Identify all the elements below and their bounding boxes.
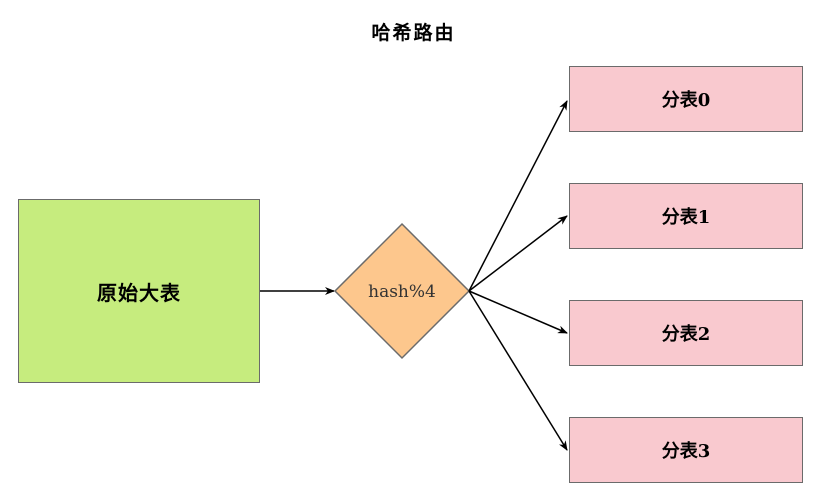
- shard-label-2: 分表2: [661, 324, 711, 345]
- shard-box-0: 分表0: [569, 66, 803, 132]
- diagram-canvas: 哈希路由 原始大表 hash%4 分表0 分表1 分表2 分表3: [0, 0, 827, 495]
- shard-box-2: 分表2: [569, 300, 803, 366]
- shard-box-3: 分表3: [569, 417, 803, 483]
- router-label: hash%4: [368, 282, 436, 302]
- shard-box-1: 分表1: [569, 183, 803, 249]
- arrow-router-to-shard-3: [468, 290, 568, 451]
- arrow-router-to-shard-1: [468, 215, 568, 292]
- arrow-router-to-shard-2: [468, 290, 568, 334]
- diagram-title: 哈希路由: [371, 22, 456, 44]
- arrow-router-to-shard-0: [468, 100, 568, 292]
- source-table-label: 原始大表: [97, 280, 181, 305]
- shard-label-1: 分表1: [661, 207, 711, 228]
- shard-label-3: 分表3: [661, 441, 711, 462]
- shard-label-0: 分表0: [661, 90, 711, 111]
- source-table-box: 原始大表: [18, 199, 260, 383]
